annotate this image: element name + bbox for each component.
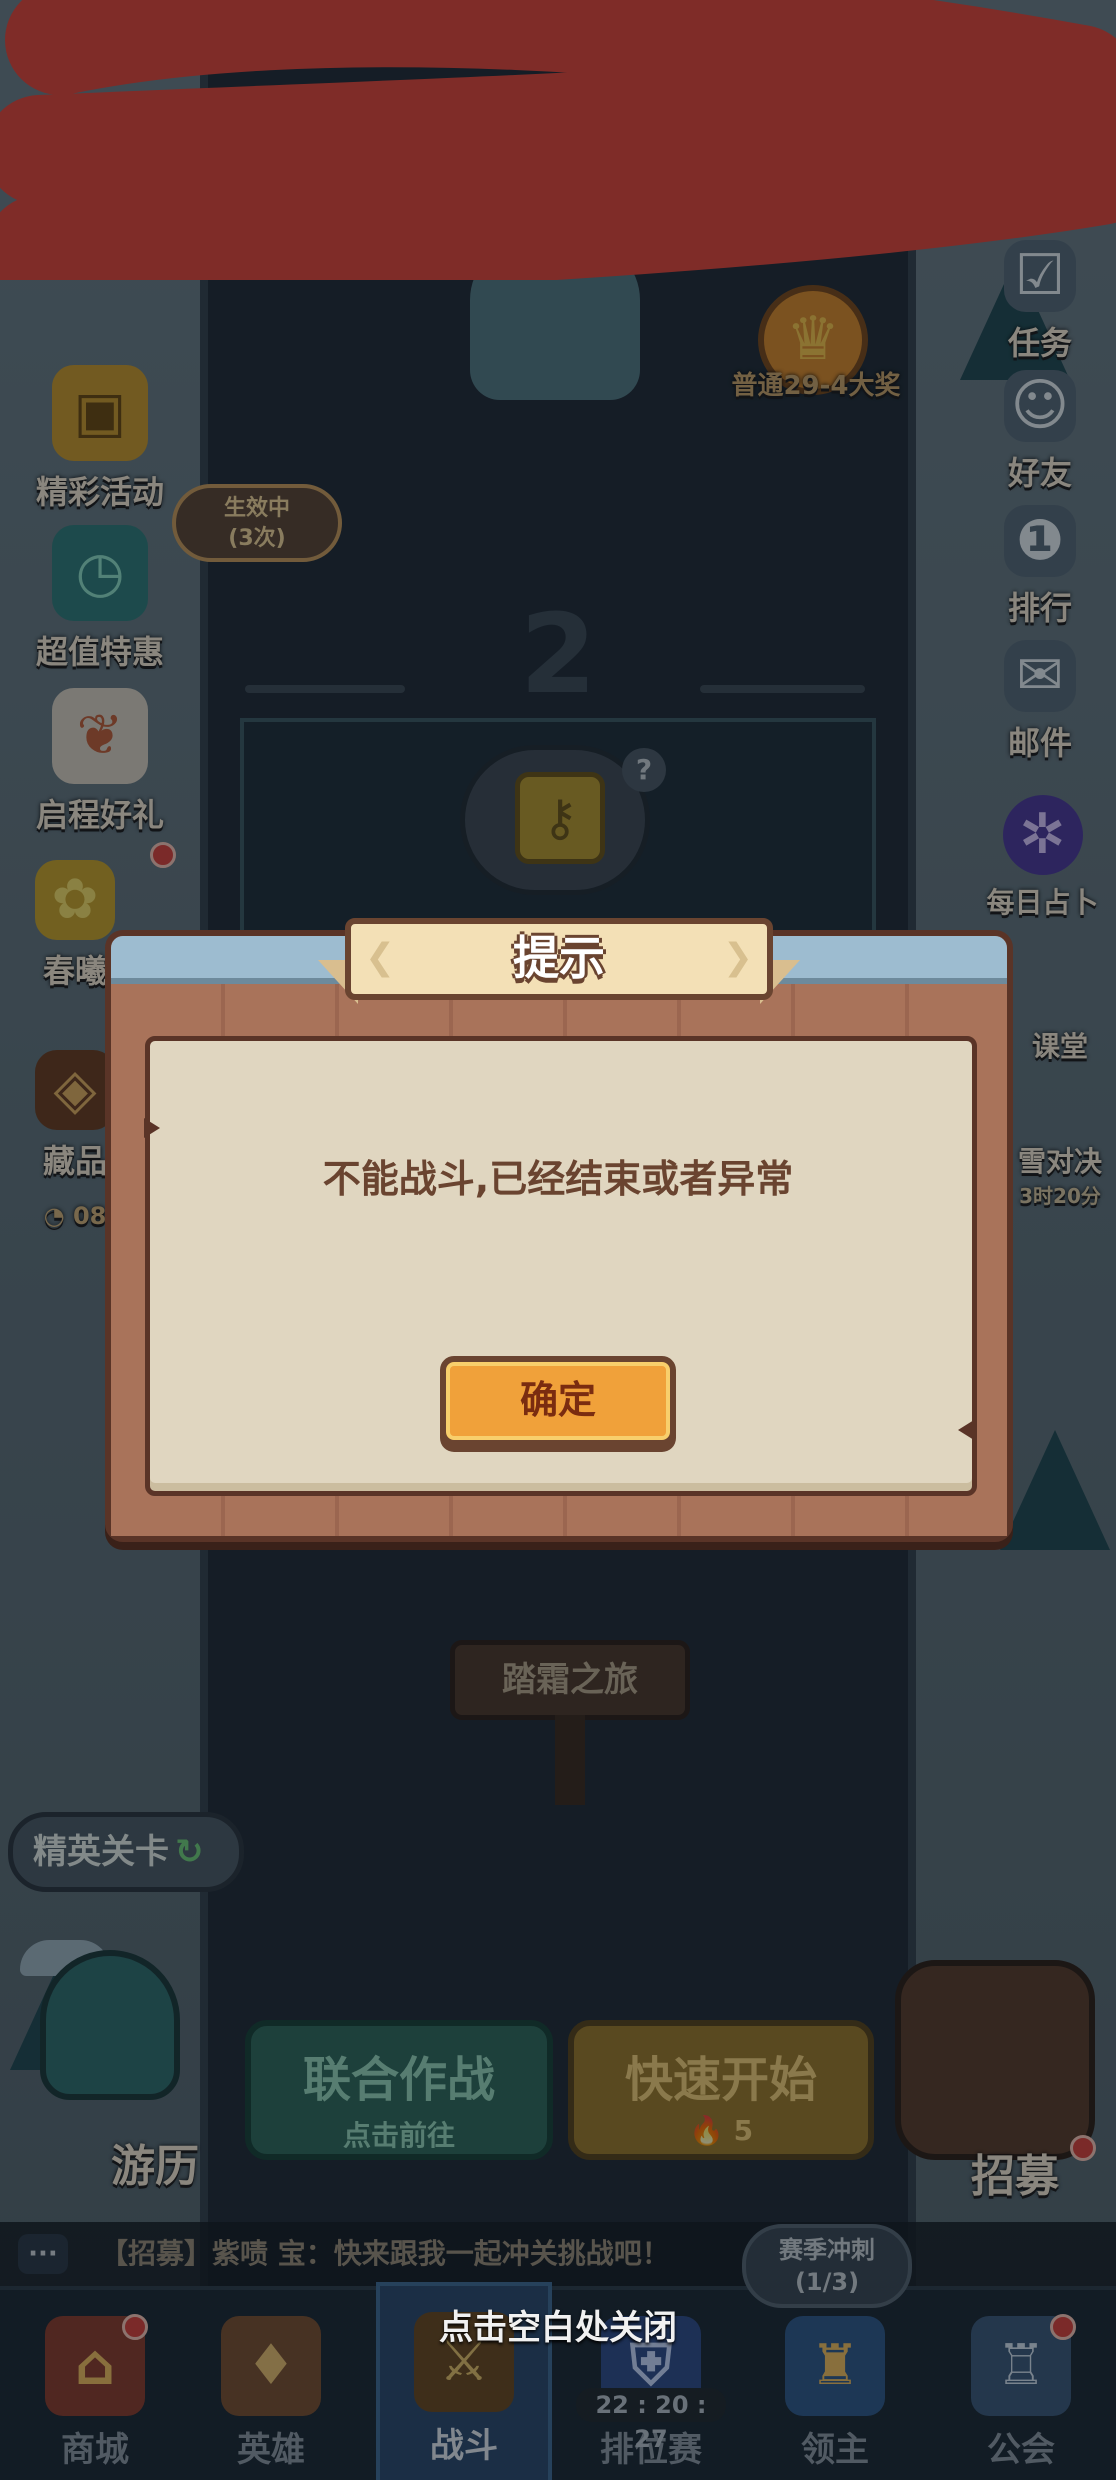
corner-notch bbox=[958, 1420, 974, 1440]
chevron-left-icon: ❮ bbox=[365, 937, 396, 978]
corner-notch bbox=[144, 1118, 160, 1138]
confirm-button[interactable]: 确定 bbox=[440, 1356, 676, 1446]
dialog-title-ribbon: ❮ 提示 ❯ bbox=[345, 918, 773, 1000]
dialog-message: 不能战斗,已经结束或者异常 bbox=[322, 1157, 794, 1201]
game-screen[interactable]: 邀请 玩法入口 公告 ♛ 普通29-4大奖 ▣ 精彩活动 生效中 (3次) ◷ … bbox=[0, 0, 1116, 2480]
dialog-title: 提示 bbox=[513, 931, 605, 985]
close-hint: 点击空白处关闭 bbox=[439, 2308, 677, 2348]
chevron-right-icon: ❯ bbox=[722, 937, 753, 978]
alert-dialog bbox=[105, 930, 1013, 1542]
